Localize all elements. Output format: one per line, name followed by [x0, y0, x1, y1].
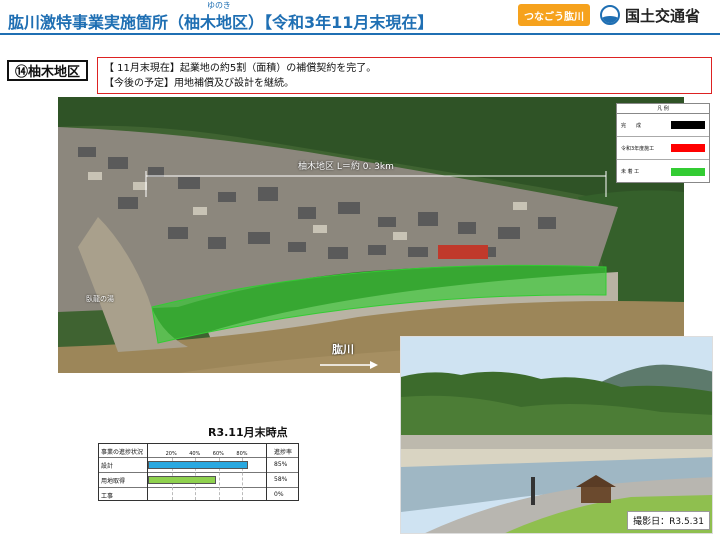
category-label: 設計	[101, 463, 114, 470]
legend-swatch	[671, 121, 705, 129]
aerial-photo: 柚木地区 L＝約 0. 3km 肱川 臥龍の湯	[58, 97, 684, 373]
legend-label: 未 着 工	[621, 169, 640, 175]
area-label: ⑭柚木地区	[7, 60, 88, 81]
place-label: 臥龍の湯	[86, 295, 114, 303]
tick-label: 40%	[189, 451, 201, 457]
tick-label: 60%	[212, 451, 224, 457]
progress-bar	[148, 476, 217, 484]
legend-title: 凡 例	[617, 104, 709, 114]
info-box: 【 11月末現在】起業地の約5割（面積）の補償契約を完了。 【今後の予定】用地補…	[97, 57, 712, 94]
chart-divider	[266, 444, 267, 500]
legend-item-r3: 令和3年度施工	[617, 137, 709, 160]
legend-label: 令和3年度施工	[621, 145, 655, 152]
site-photo-drawing	[401, 337, 712, 533]
photo-date: 撮影日：R3.5.31	[627, 511, 710, 530]
legend-swatch	[671, 167, 705, 176]
site-photo: 撮影日：R3.5.31	[400, 336, 713, 534]
mlit-emblem-icon	[600, 5, 620, 25]
legend-label: 完 成	[621, 122, 642, 129]
ministry-logo: 国土交通省	[600, 3, 700, 27]
progress-chart: 事業の進捗状況 進捗率 設計 85% 用地取得 58% 工事 0% 20% 40%…	[98, 443, 299, 501]
progress-bar	[148, 461, 249, 469]
tick-label: 80%	[236, 451, 248, 457]
ministry-name: 国土交通省	[625, 6, 701, 25]
value-label: 0%	[274, 491, 284, 498]
category-label: 用地取得	[101, 478, 126, 485]
chart-divider	[147, 444, 148, 500]
tsunagou-logo: つなごう肱川	[518, 4, 590, 26]
legend: 凡 例 完 成 令和3年度施工 未 着 工	[616, 103, 710, 183]
legend-swatch	[671, 144, 705, 152]
legend-item-complete: 完 成	[617, 114, 709, 137]
info-status: 【 11月末現在】起業地の約5割（面積）の補償契約を完了。	[104, 63, 377, 74]
tick-label: 20%	[165, 451, 177, 457]
chart-row: 工事 0%	[99, 488, 298, 501]
page-title: 肱川激特事業実施箇所（柚木地区）【令和3年11月末現在】	[8, 13, 434, 32]
river-label: 肱川	[332, 343, 354, 356]
category-label: 工事	[101, 493, 114, 500]
aerial-photo-drawing	[58, 97, 684, 373]
chart-title: R3.11月末時点	[208, 426, 288, 439]
value-label: 85%	[274, 461, 288, 468]
legend-item-unstarted: 未 着 工	[617, 160, 709, 183]
value-label: 58%	[274, 476, 288, 483]
header-divider	[0, 33, 720, 35]
chart-header-label: 事業の進捗状況	[101, 449, 144, 456]
info-plan: 【今後の予定】用地補償及び設計を継続。	[104, 78, 294, 89]
length-label: 柚木地区 L＝約 0. 3km	[298, 162, 394, 172]
chart-rate-header: 進捗率	[274, 449, 293, 456]
